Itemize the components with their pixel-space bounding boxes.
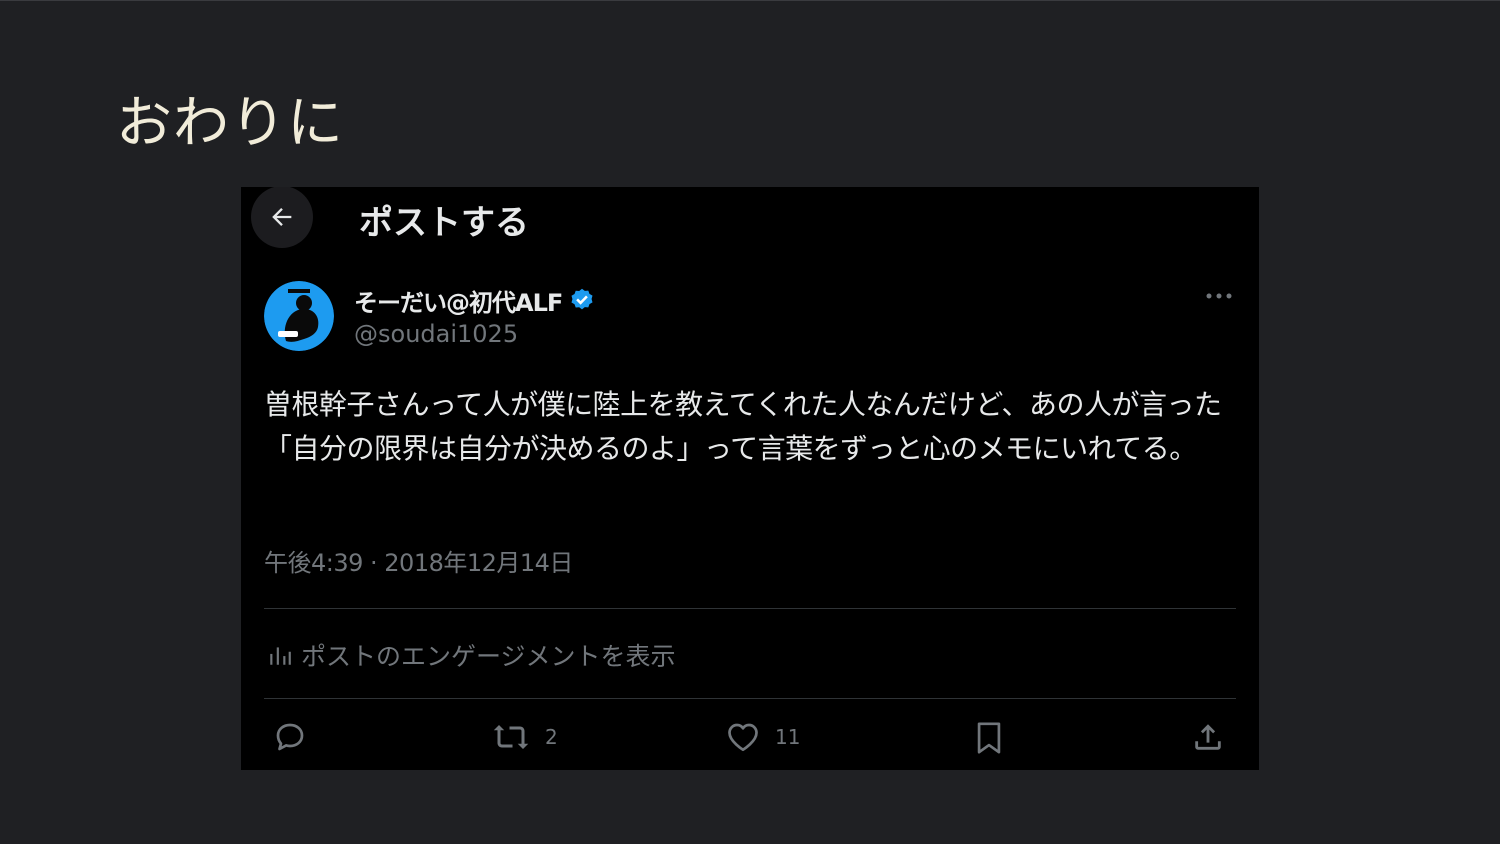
avatar[interactable] <box>264 281 334 351</box>
bookmark-icon <box>977 722 1001 754</box>
repost-icon <box>493 725 529 749</box>
reply-icon <box>276 723 304 751</box>
engagement-label: ポストのエンゲージメントを表示 <box>301 642 676 671</box>
author-display-name[interactable]: そーだい@初代ALF <box>354 283 596 318</box>
repost-button[interactable]: 2 <box>491 719 558 755</box>
bookmark-button[interactable] <box>972 719 1006 757</box>
like-count: 11 <box>775 725 801 749</box>
header-title: ポストする <box>359 203 529 243</box>
back-arrow-icon <box>272 208 292 226</box>
share-button[interactable] <box>1191 719 1225 755</box>
action-bar: 2 11 <box>241 719 1259 759</box>
post-body: 曽根幹子さんって人が僕に陸上を教えてくれた人なんだけど、あの人が言った「自分の限… <box>264 388 1222 465</box>
view-engagement-link[interactable]: ポストのエンゲージメントを表示 <box>267 637 676 673</box>
slide-title: おわりに <box>116 91 344 156</box>
divider <box>264 698 1236 699</box>
analytics-icon <box>270 647 291 665</box>
verified-badge-icon <box>571 288 593 309</box>
like-icon <box>728 723 758 752</box>
author-handle[interactable]: @soudai1025 <box>354 320 518 348</box>
divider <box>264 608 1236 609</box>
like-button[interactable]: 11 <box>725 719 800 755</box>
repost-count: 2 <box>545 725 558 749</box>
post-screenshot: ポストする そーだい@初代ALF @soudai1025 曽根幹子さんって人が僕… <box>241 187 1259 770</box>
slide-top-border <box>0 0 1500 1</box>
share-icon <box>1195 724 1221 750</box>
post-timestamp[interactable]: 午後4:39 · 2018年12月14日 <box>264 543 573 578</box>
author-name-text: そーだい@初代ALF <box>354 289 563 317</box>
more-icon[interactable] <box>1205 291 1233 301</box>
reply-button[interactable] <box>272 719 322 755</box>
back-button[interactable] <box>251 187 313 248</box>
